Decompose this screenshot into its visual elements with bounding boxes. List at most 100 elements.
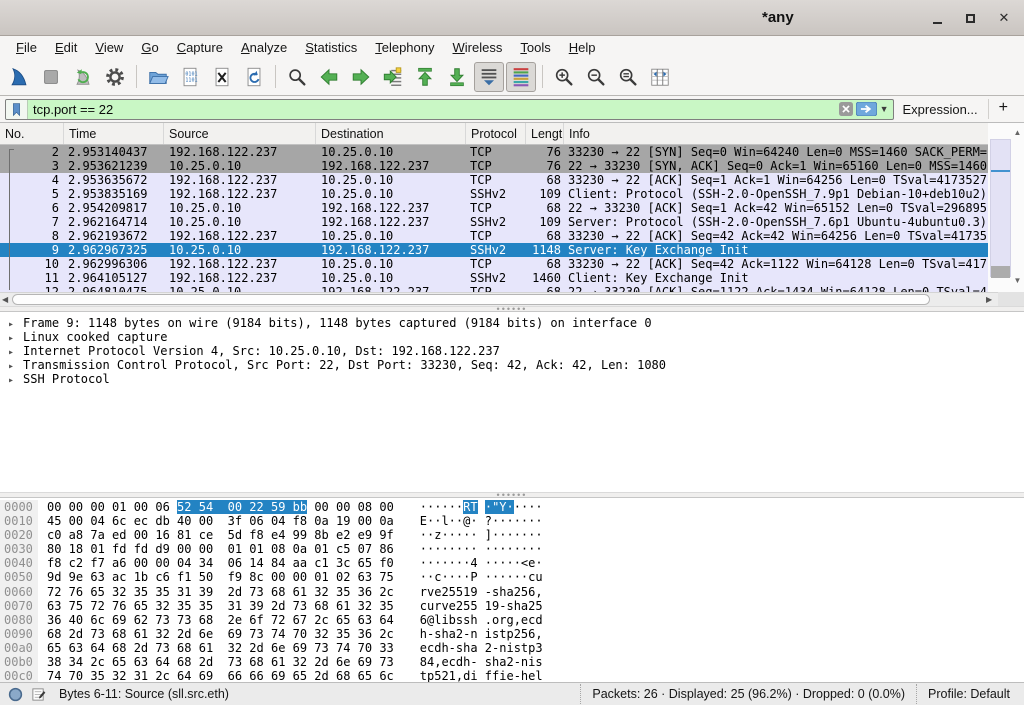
hex-ascii[interactable]: rve25519 -sha256, [420,585,543,599]
packet-row[interactable]: 62.95420981710.25.0.10192.168.122.237TCP… [0,201,990,215]
scroll-right-icon[interactable]: ▶ [986,295,992,304]
hex-ascii[interactable]: tp521,di ffie-hel [420,669,543,682]
go-to-top-button[interactable] [410,62,440,92]
column-header-protocol[interactable]: Protocol [466,123,526,144]
hex-bytes[interactable]: 72 76 65 32 35 35 31 39 2d 73 68 61 32 3… [47,585,394,599]
column-header-info[interactable]: Info [564,123,990,144]
hex-bytes[interactable]: c0 a8 7a ed 00 16 81 ce 5d f8 e4 99 8b e… [47,528,394,542]
stop-capture-button[interactable] [36,62,66,92]
menu-analyze[interactable]: Analyze [232,38,296,57]
hex-ascii[interactable]: 6@libssh .org,ecd [420,613,543,627]
hex-bytes[interactable]: f8 c2 f7 a6 00 00 04 34 06 14 84 aa c1 3… [47,556,394,570]
hex-ascii[interactable]: E··l··@· ?······· [420,514,543,528]
menu-view[interactable]: View [86,38,132,57]
packet-list-hscrollbar[interactable]: ◀ ▶ [0,292,998,306]
detail-tree-item[interactable]: ▸Internet Protocol Version 4, Src: 10.25… [0,344,1024,358]
hex-bytes[interactable]: 68 2d 73 68 61 32 2d 6e 69 73 74 70 32 3… [47,627,394,641]
packet-row[interactable]: 32.95362123910.25.0.10192.168.122.237TCP… [0,159,990,173]
hex-row[interactable]: 006072 76 65 32 35 35 31 39 2d 73 68 61 … [0,585,1024,599]
hex-bytes[interactable]: 36 40 6c 69 62 73 73 68 2e 6f 72 67 2c 6… [47,613,394,627]
maximize-button[interactable] [961,9,979,27]
filter-bookmark-button[interactable] [6,100,28,119]
hscroll-thumb[interactable] [12,294,930,305]
zoom-out-button[interactable] [581,62,611,92]
hex-row[interactable]: 001045 00 04 6c ec db 40 00 3f 06 04 f8 … [0,514,1024,528]
hex-ascii[interactable]: ecdh-sha 2-nistp3 [420,641,543,655]
close-file-button[interactable] [207,62,237,92]
hex-row[interactable]: 008036 40 6c 69 62 73 73 68 2e 6f 72 67 … [0,613,1024,627]
hex-row[interactable]: 003080 18 01 fd fd d9 00 00 01 01 08 0a … [0,542,1024,556]
hex-row[interactable]: 007063 75 72 76 65 32 35 35 31 39 2d 73 … [0,599,1024,613]
highlighted-bytes[interactable]: 52 54 00 22 59 bb [177,500,307,514]
start-capture-button[interactable] [4,62,34,92]
hex-row[interactable]: 00509d 9e 63 ac 1b c6 f1 50 f9 8c 00 00 … [0,570,1024,584]
menu-wireless[interactable]: Wireless [444,38,512,57]
go-forward-button[interactable] [346,62,376,92]
filter-history-dropdown[interactable]: ▼ [880,104,889,114]
detail-tree-item[interactable]: ▸SSH Protocol [0,372,1024,386]
status-profile[interactable]: Profile: Default [916,684,1024,704]
intelligent-scrollbar-track[interactable] [990,139,1011,277]
menu-tools[interactable]: Tools [511,38,559,57]
scroll-down-icon[interactable]: ▼ [1012,276,1023,285]
menu-help[interactable]: Help [560,38,605,57]
filter-apply-button[interactable] [856,102,877,116]
hex-bytes[interactable]: 63 75 72 76 65 32 35 35 31 39 2d 73 68 6… [47,599,394,613]
hex-ascii[interactable]: ········ ········ [420,542,543,556]
highlighted-bytes[interactable]: ·"Y· [485,500,514,514]
packet-row[interactable]: 102.962996306192.168.122.23710.25.0.10TC… [0,257,990,271]
go-back-button[interactable] [314,62,344,92]
open-file-button[interactable] [143,62,173,92]
find-packet-button[interactable] [282,62,312,92]
expression-button[interactable]: Expression... [894,102,988,117]
resize-columns-button[interactable] [645,62,675,92]
packet-list-vscrollbar[interactable]: ▲ ▼ [988,123,1024,292]
expert-info-button[interactable] [8,687,23,702]
detail-tree-item[interactable]: ▸Linux cooked capture [0,330,1024,344]
go-to-packet-button[interactable] [378,62,408,92]
hex-bytes[interactable]: 80 18 01 fd fd d9 00 00 01 01 08 0a 01 c… [47,542,394,556]
menu-edit[interactable]: Edit [46,38,86,57]
filter-text[interactable]: tcp.port == 22 [28,102,839,117]
column-header-no[interactable]: No. [0,123,64,144]
restart-capture-button[interactable] [68,62,98,92]
hex-ascii[interactable]: ··z····· ]······· [420,528,543,542]
zoom-in-button[interactable] [549,62,579,92]
detail-tree-item[interactable]: ▸Frame 9: 1148 bytes on wire (9184 bits)… [0,316,1024,330]
colorize-button[interactable] [506,62,536,92]
column-header-source[interactable]: Source [164,123,316,144]
minimize-button[interactable] [928,9,946,27]
go-to-bottom-button[interactable] [442,62,472,92]
scroll-up-icon[interactable]: ▲ [1012,128,1023,137]
reload-file-button[interactable] [239,62,269,92]
close-button[interactable]: ✕ [995,9,1013,27]
hex-row[interactable]: 000000 00 00 01 00 06 52 54 00 22 59 bb … [0,500,1024,514]
hex-bytes[interactable]: 38 34 2c 65 63 64 68 2d 73 68 61 32 2d 6… [47,655,394,669]
hex-bytes[interactable]: 9d 9e 63 ac 1b c6 f1 50 f9 8c 00 00 01 0… [47,570,394,584]
column-header-time[interactable]: Time [64,123,164,144]
packet-row[interactable]: 122.96481047510.25.0.10192.168.122.237TC… [0,285,990,292]
hex-row[interactable]: 00a065 63 64 68 2d 73 68 61 32 2d 6e 69 … [0,641,1024,655]
capture-comment-button[interactable] [31,687,46,702]
menu-statistics[interactable]: Statistics [296,38,366,57]
hex-ascii[interactable]: curve255 19-sha25 [420,599,543,613]
packet-row[interactable]: 42.953635672192.168.122.23710.25.0.10TCP… [0,173,990,187]
scroll-left-icon[interactable]: ◀ [2,295,8,304]
auto-scroll-button[interactable] [474,62,504,92]
hex-row[interactable]: 00b038 34 2c 65 63 64 68 2d 73 68 61 32 … [0,655,1024,669]
add-filter-button[interactable]: + [988,99,1019,119]
packet-row[interactable]: 52.953835169192.168.122.23710.25.0.10SSH… [0,187,990,201]
menu-telephony[interactable]: Telephony [366,38,443,57]
zoom-reset-button[interactable] [613,62,643,92]
hex-ascii[interactable]: ·······4 ·····<e· [420,556,543,570]
filter-clear-button[interactable] [839,102,853,116]
vscroll-thumb[interactable] [991,266,1010,278]
hex-bytes[interactable]: 65 63 64 68 2d 73 68 61 32 2d 6e 69 73 7… [47,641,394,655]
hex-ascii[interactable]: ······RT ·"Y····· [420,500,543,514]
hex-ascii[interactable]: 84,ecdh- sha2-nis [420,655,543,669]
hex-row[interactable]: 009068 2d 73 68 61 32 2d 6e 69 73 74 70 … [0,627,1024,641]
column-header-destination[interactable]: Destination [316,123,466,144]
hex-bytes[interactable]: 45 00 04 6c ec db 40 00 3f 06 04 f8 0a 1… [47,514,394,528]
hex-row[interactable]: 0040f8 c2 f7 a6 00 00 04 34 06 14 84 aa … [0,556,1024,570]
expand-arrow-icon[interactable]: ▸ [8,374,23,388]
